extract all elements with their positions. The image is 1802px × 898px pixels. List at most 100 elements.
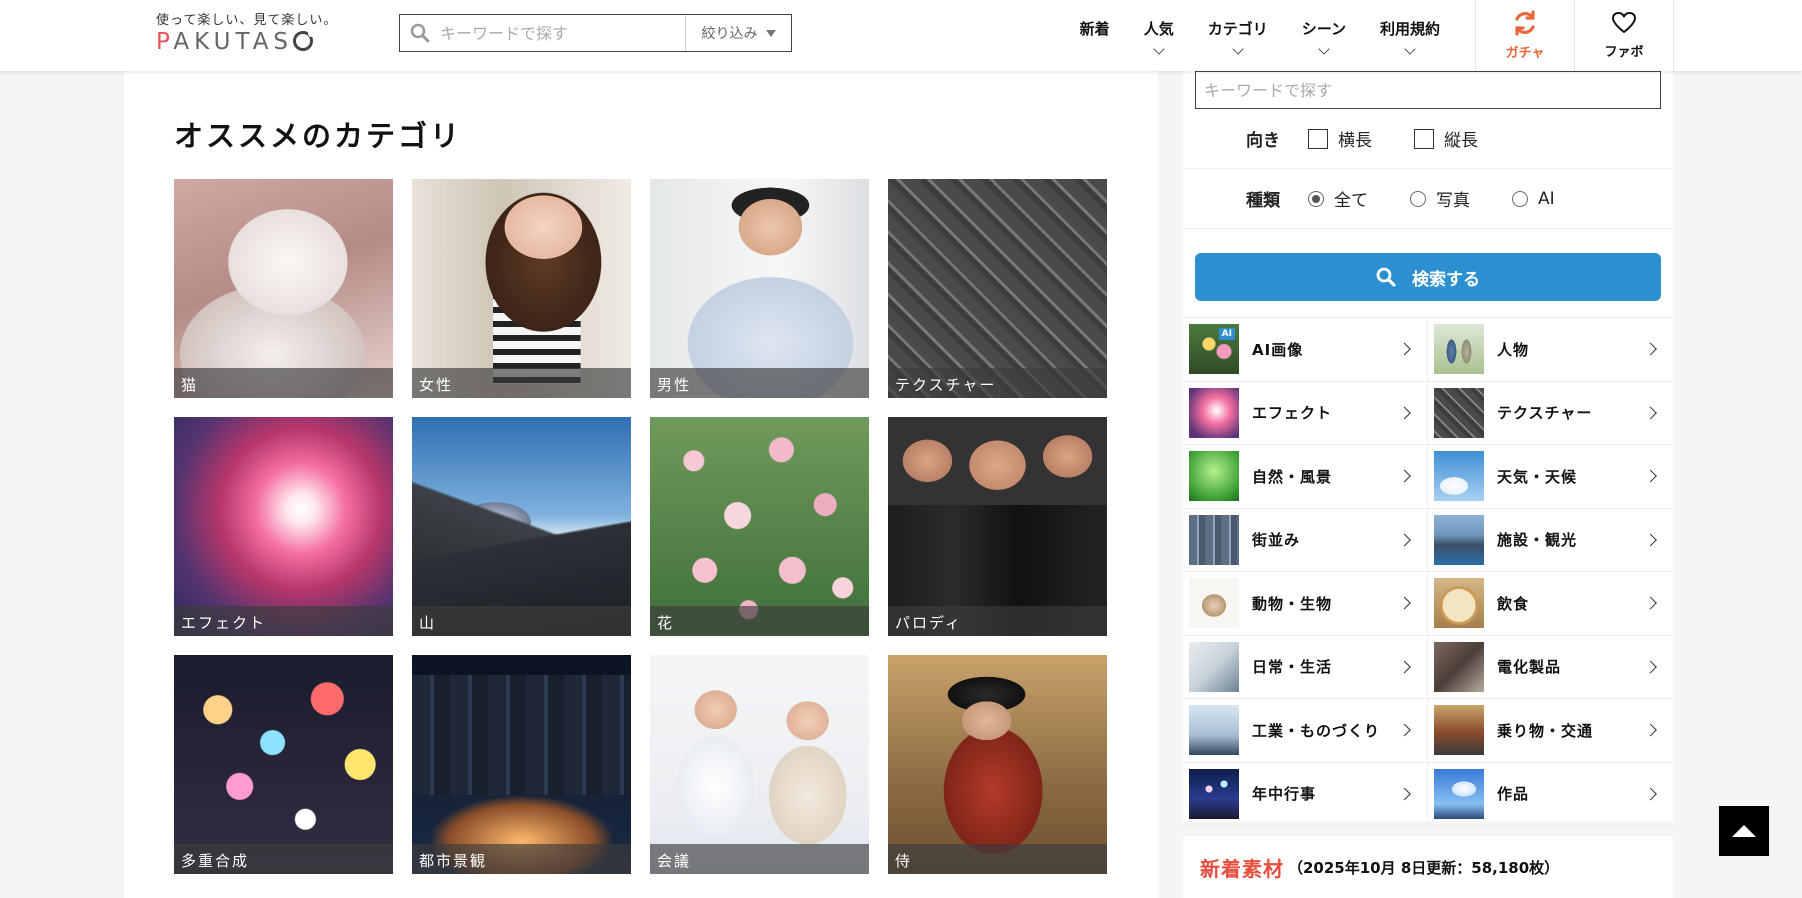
nav-item-4[interactable]: 利用規約 [1363,0,1457,71]
nav-item-1[interactable]: 人気 [1127,0,1191,71]
category-tile[interactable]: 猫 [174,179,393,398]
chevron-down-icon [1404,43,1416,55]
sidebar-category-item[interactable]: 電化製品 [1428,636,1673,699]
category-label: エフェクト [1252,404,1333,423]
category-tile[interactable]: 男性 [650,179,869,398]
category-tile-label: 花 [650,606,869,636]
sidebar-category-item[interactable]: 年中行事 [1183,762,1428,826]
chevron-right-icon [1644,406,1657,420]
search-icon[interactable] [400,15,440,51]
kind-label: 種類 [1246,191,1280,211]
category-tile[interactable]: 侍 [888,655,1107,874]
new-materials-title: 新着素材 [1200,856,1284,881]
site-logo[interactable]: 使って楽しい、見て楽しい。 PAKUTAS [156,9,337,54]
category-tile-label: 侍 [888,844,1107,874]
kind-ai-option[interactable]: AI [1512,189,1555,209]
chevron-right-icon [1398,660,1411,674]
category-tile[interactable]: 会議 [650,655,869,874]
sidebar-category-item[interactable]: 人物 [1428,318,1673,382]
sidebar-category-item[interactable]: AI画像 [1183,318,1428,382]
sidebar-category-item[interactable]: 街並み [1183,508,1428,572]
logo-letters: AKUTAS [173,29,294,55]
category-thumbnail [1189,768,1239,819]
sidebar-category-item[interactable]: 自然・風景 [1183,445,1428,509]
kind-all-option[interactable]: 全て [1308,186,1368,211]
orientation-portrait-option[interactable]: 縦長 [1414,126,1478,151]
category-thumbnail [1189,451,1239,502]
category-tile[interactable]: パロディ [888,417,1107,636]
heart-icon [1612,12,1636,33]
category-tile[interactable]: 花 [650,417,869,636]
chevron-right-icon [1398,596,1411,610]
kind-all-radio[interactable] [1308,190,1324,207]
gacha-label: ガチャ [1505,46,1545,61]
chevron-right-icon [1398,469,1411,483]
category-thumbnail [1434,578,1484,629]
sidebar-category-item[interactable]: 日常・生活 [1183,635,1428,699]
category-thumbnail [1189,514,1239,565]
category-label: 飲食 [1497,594,1530,613]
new-materials-header: 新着素材 （2025年10月 8日更新：58,180枚） [1183,836,1673,898]
category-label: 人物 [1497,340,1530,359]
category-label: 作品 [1497,785,1530,804]
category-label: AI画像 [1252,340,1304,359]
header-search-input[interactable] [440,16,685,50]
category-thumbnail [1189,578,1239,629]
category-tile[interactable]: 都市景観 [412,655,631,874]
category-thumbnail [1434,324,1484,375]
sidebar-search-panel: 向き 横長 縦長 種類 全て 写真 AI 検索する AI画像 人物エフェクト テクス… [1183,71,1673,826]
category-label: 日常・生活 [1252,658,1333,677]
chevron-right-icon [1644,533,1657,547]
category-label: 街並み [1252,531,1301,550]
nav-item-3[interactable]: シーン [1285,0,1363,71]
nav-item-0[interactable]: 新着 [1063,0,1127,71]
sidebar-search-input[interactable] [1195,71,1661,109]
sidebar-category-item[interactable]: 工業・ものづくり [1183,699,1428,763]
sidebar-category-item[interactable]: 天気・天候 [1428,445,1673,509]
landscape-checkbox[interactable] [1308,128,1328,149]
nav-item-2[interactable]: カテゴリ [1191,0,1285,71]
category-thumbnail [1189,705,1239,756]
kind-photo-option[interactable]: 写真 [1410,186,1470,211]
category-tile-label: エフェクト [174,606,393,636]
back-to-top-button[interactable] [1719,806,1769,856]
sidebar-category-item[interactable]: 乗り物・交通 [1428,699,1673,763]
narrow-down-label: 絞り込み [701,26,758,42]
chevron-right-icon [1398,406,1411,420]
site-header: 使って楽しい、見て楽しい。 PAKUTAS 絞り込み 新着 人気 カテゴリ シーン 利用… [0,0,1802,71]
category-tile[interactable]: エフェクト [174,417,393,636]
category-label: 工業・ものづくり [1252,721,1381,740]
category-tile[interactable]: テクスチャー [888,179,1107,398]
orientation-label: 向き [1246,131,1280,151]
category-label: 電化製品 [1497,658,1562,677]
sidebar-category-item[interactable]: 施設・観光 [1428,509,1673,572]
caret-down-icon [765,29,776,37]
section-title: オススメのカテゴリ [174,119,463,153]
category-tile[interactable]: 山 [412,417,631,636]
portrait-checkbox[interactable] [1414,128,1434,149]
orientation-landscape-option[interactable]: 横長 [1308,126,1372,151]
search-submit-button[interactable]: 検索する [1195,253,1661,301]
kind-photo-radio[interactable] [1410,190,1426,207]
portrait-label: 縦長 [1444,131,1478,151]
category-tile[interactable]: 女性 [412,179,631,398]
narrow-down-button[interactable]: 絞り込み [685,15,791,51]
category-label: 自然・風景 [1252,467,1333,486]
favorites-button[interactable]: ファボ [1574,0,1674,71]
category-tile[interactable]: 多重合成 [174,655,393,874]
sidebar-category-item[interactable]: 動物・生物 [1183,572,1428,636]
category-label: 乗り物・交通 [1497,721,1594,740]
category-thumbnail [1434,641,1484,692]
landscape-label: 横長 [1338,131,1372,151]
kind-ai-radio[interactable] [1512,190,1528,207]
sidebar-category-item[interactable]: エフェクト [1183,381,1428,445]
sidebar-category-item[interactable]: 作品 [1428,763,1673,826]
sidebar-category-item[interactable]: 飲食 [1428,572,1673,636]
gacha-button[interactable]: ガチャ [1475,0,1574,71]
chevron-right-icon [1644,787,1657,801]
nav-item-label: カテゴリ [1207,20,1268,38]
chevron-down-icon [1153,43,1165,55]
category-tile-label: 猫 [174,368,393,398]
sidebar-category-item[interactable]: テクスチャー [1428,382,1673,445]
chevron-right-icon [1644,469,1657,483]
